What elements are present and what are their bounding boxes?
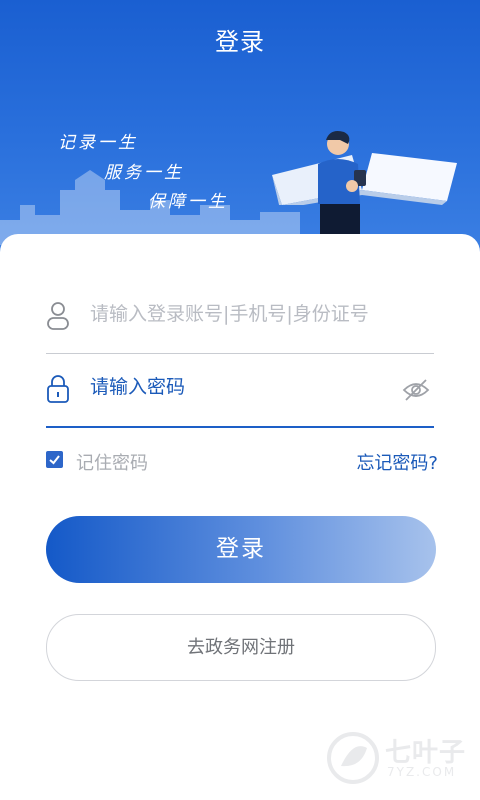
leaf-logo-icon [327,732,379,784]
login-button[interactable]: 登录 [46,516,436,583]
remember-label: 记住密码 [76,453,148,474]
watermark: 七叶子 7YZ.COM [325,730,465,790]
lock-icon [47,375,69,403]
watermark-sub: 7YZ.COM [387,765,457,779]
slogan-guarantee: 保障一生 [148,192,228,212]
check-icon [49,455,60,465]
eye-closed-icon[interactable] [402,378,430,402]
user-icon [47,302,69,330]
password-field[interactable]: 请输入密码 [46,352,434,428]
watermark-text: 七叶子 [385,738,467,768]
forgot-password-link[interactable]: 忘记密码? [356,449,438,475]
account-input[interactable]: 请输入登录账号|手机号|身份证号 [90,299,369,326]
slogan-record: 记录一生 [58,133,138,153]
register-button[interactable]: 去政务网注册 [46,614,436,681]
password-input[interactable]: 请输入密码 [90,372,185,399]
slogan-service: 服务一生 [104,163,184,183]
account-field[interactable]: 请输入登录账号|手机号|身份证号 [46,279,434,354]
remember-checkbox[interactable] [46,451,63,468]
header-banner: 登录 记录一生 服务一生 保障一生 [0,0,480,252]
page-title: 登录 [215,28,265,56]
person-illustration [318,131,366,236]
